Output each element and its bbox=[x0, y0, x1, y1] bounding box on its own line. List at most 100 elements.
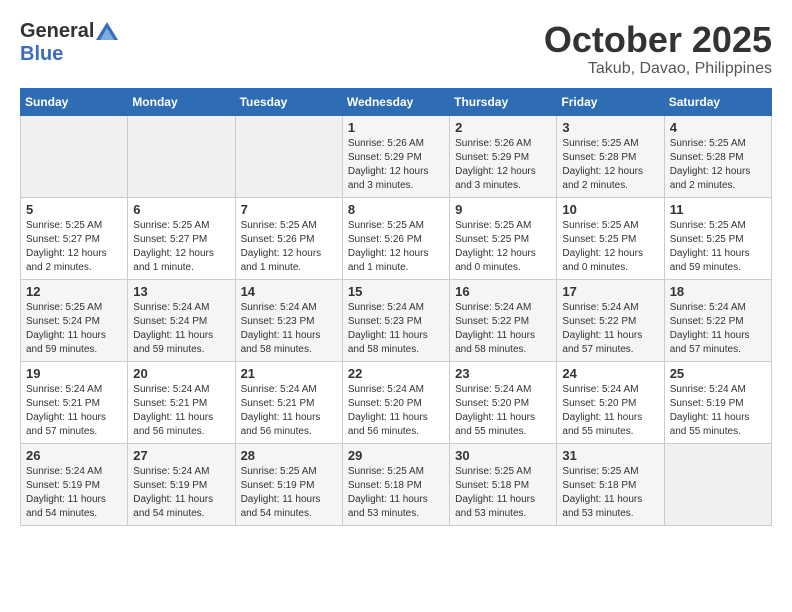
day-number: 24 bbox=[562, 366, 658, 381]
calendar-week-row: 19 Sunrise: 5:24 AM Sunset: 5:21 PM Dayli… bbox=[21, 361, 772, 443]
logo-blue-text: Blue bbox=[20, 43, 63, 66]
day-info: Sunrise: 5:25 AM Sunset: 5:18 PM Dayligh… bbox=[455, 465, 551, 521]
logo-general-text: General bbox=[20, 20, 94, 43]
day-number: 8 bbox=[348, 202, 444, 217]
day-info: Sunrise: 5:24 AM Sunset: 5:24 PM Dayligh… bbox=[133, 301, 229, 357]
day-of-week-header: Thursday bbox=[450, 88, 557, 115]
calendar-day-cell bbox=[235, 115, 342, 197]
day-info: Sunrise: 5:25 AM Sunset: 5:25 PM Dayligh… bbox=[670, 219, 766, 275]
day-info: Sunrise: 5:24 AM Sunset: 5:21 PM Dayligh… bbox=[26, 383, 122, 439]
calendar-day-cell: 8 Sunrise: 5:25 AM Sunset: 5:26 PM Daylig… bbox=[342, 197, 449, 279]
calendar-day-cell: 10 Sunrise: 5:25 AM Sunset: 5:25 PM Dayli… bbox=[557, 197, 664, 279]
day-info: Sunrise: 5:25 AM Sunset: 5:25 PM Dayligh… bbox=[455, 219, 551, 275]
day-of-week-header: Tuesday bbox=[235, 88, 342, 115]
month-title: October 2025 bbox=[544, 20, 772, 60]
calendar-day-cell: 31 Sunrise: 5:25 AM Sunset: 5:18 PM Dayli… bbox=[557, 443, 664, 525]
day-number: 23 bbox=[455, 366, 551, 381]
calendar-week-row: 12Sunrise: 5:25 AM Sunset: 5:24 PM Dayli… bbox=[21, 279, 772, 361]
calendar-day-cell: 29 Sunrise: 5:25 AM Sunset: 5:18 PM Dayli… bbox=[342, 443, 449, 525]
day-info: Sunrise: 5:25 AM Sunset: 5:18 PM Dayligh… bbox=[562, 465, 658, 521]
day-number: 4 bbox=[670, 120, 766, 135]
day-info: Sunrise: 5:25 AM Sunset: 5:24 PM Dayligh… bbox=[26, 301, 122, 357]
calendar-week-row: 5 Sunrise: 5:25 AM Sunset: 5:27 PM Daylig… bbox=[21, 197, 772, 279]
day-number: 5 bbox=[26, 202, 122, 217]
day-info: Sunrise: 5:24 AM Sunset: 5:22 PM Dayligh… bbox=[670, 301, 766, 357]
day-number: 25 bbox=[670, 366, 766, 381]
calendar-day-cell: 12Sunrise: 5:25 AM Sunset: 5:24 PM Dayli… bbox=[21, 279, 128, 361]
day-info: Sunrise: 5:24 AM Sunset: 5:21 PM Dayligh… bbox=[133, 383, 229, 439]
day-info: Sunrise: 5:24 AM Sunset: 5:22 PM Dayligh… bbox=[562, 301, 658, 357]
location-title: Takub, Davao, Philippines bbox=[544, 60, 772, 78]
day-info: Sunrise: 5:25 AM Sunset: 5:27 PM Dayligh… bbox=[133, 219, 229, 275]
day-number: 27 bbox=[133, 448, 229, 463]
day-number: 14 bbox=[241, 284, 337, 299]
day-number: 22 bbox=[348, 366, 444, 381]
day-number: 15 bbox=[348, 284, 444, 299]
day-info: Sunrise: 5:24 AM Sunset: 5:23 PM Dayligh… bbox=[348, 301, 444, 357]
logo-icon bbox=[96, 22, 120, 42]
day-info: Sunrise: 5:24 AM Sunset: 5:20 PM Dayligh… bbox=[562, 383, 658, 439]
calendar-week-row: 1 Sunrise: 5:26 AM Sunset: 5:29 PM Daylig… bbox=[21, 115, 772, 197]
day-number: 2 bbox=[455, 120, 551, 135]
day-number: 7 bbox=[241, 202, 337, 217]
calendar-day-cell: 11 Sunrise: 5:25 AM Sunset: 5:25 PM Dayli… bbox=[664, 197, 771, 279]
day-number: 29 bbox=[348, 448, 444, 463]
day-info: Sunrise: 5:25 AM Sunset: 5:18 PM Dayligh… bbox=[348, 465, 444, 521]
day-number: 13 bbox=[133, 284, 229, 299]
day-of-week-header: Friday bbox=[557, 88, 664, 115]
day-info: Sunrise: 5:24 AM Sunset: 5:22 PM Dayligh… bbox=[455, 301, 551, 357]
calendar-day-cell: 5 Sunrise: 5:25 AM Sunset: 5:27 PM Daylig… bbox=[21, 197, 128, 279]
day-number: 18 bbox=[670, 284, 766, 299]
calendar-header-row: SundayMondayTuesdayWednesdayThursdayFrid… bbox=[21, 88, 772, 115]
day-info: Sunrise: 5:25 AM Sunset: 5:27 PM Dayligh… bbox=[26, 219, 122, 275]
day-number: 6 bbox=[133, 202, 229, 217]
calendar-day-cell: 7Sunrise: 5:25 AM Sunset: 5:26 PM Daylig… bbox=[235, 197, 342, 279]
calendar-day-cell: 28 Sunrise: 5:25 AM Sunset: 5:19 PM Dayli… bbox=[235, 443, 342, 525]
day-number: 31 bbox=[562, 448, 658, 463]
header: General Blue October 2025 Takub, Davao, … bbox=[20, 20, 772, 78]
day-info: Sunrise: 5:24 AM Sunset: 5:19 PM Dayligh… bbox=[670, 383, 766, 439]
calendar-day-cell: 24 Sunrise: 5:24 AM Sunset: 5:20 PM Dayli… bbox=[557, 361, 664, 443]
day-info: Sunrise: 5:25 AM Sunset: 5:25 PM Dayligh… bbox=[562, 219, 658, 275]
calendar-day-cell: 4Sunrise: 5:25 AM Sunset: 5:28 PM Daylig… bbox=[664, 115, 771, 197]
calendar-day-cell: 9 Sunrise: 5:25 AM Sunset: 5:25 PM Daylig… bbox=[450, 197, 557, 279]
day-number: 17 bbox=[562, 284, 658, 299]
calendar-day-cell: 1 Sunrise: 5:26 AM Sunset: 5:29 PM Daylig… bbox=[342, 115, 449, 197]
day-number: 1 bbox=[348, 120, 444, 135]
calendar-day-cell: 27 Sunrise: 5:24 AM Sunset: 5:19 PM Dayli… bbox=[128, 443, 235, 525]
day-number: 10 bbox=[562, 202, 658, 217]
day-info: Sunrise: 5:24 AM Sunset: 5:20 PM Dayligh… bbox=[348, 383, 444, 439]
day-info: Sunrise: 5:24 AM Sunset: 5:23 PM Dayligh… bbox=[241, 301, 337, 357]
day-number: 28 bbox=[241, 448, 337, 463]
calendar-week-row: 26Sunrise: 5:24 AM Sunset: 5:19 PM Dayli… bbox=[21, 443, 772, 525]
day-number: 9 bbox=[455, 202, 551, 217]
calendar-day-cell: 3Sunrise: 5:25 AM Sunset: 5:28 PM Daylig… bbox=[557, 115, 664, 197]
day-of-week-header: Monday bbox=[128, 88, 235, 115]
logo: General Blue bbox=[20, 20, 120, 66]
calendar-day-cell bbox=[128, 115, 235, 197]
calendar-day-cell: 21Sunrise: 5:24 AM Sunset: 5:21 PM Dayli… bbox=[235, 361, 342, 443]
day-of-week-header: Wednesday bbox=[342, 88, 449, 115]
day-info: Sunrise: 5:25 AM Sunset: 5:19 PM Dayligh… bbox=[241, 465, 337, 521]
day-number: 21 bbox=[241, 366, 337, 381]
calendar-day-cell bbox=[21, 115, 128, 197]
calendar-day-cell: 23Sunrise: 5:24 AM Sunset: 5:20 PM Dayli… bbox=[450, 361, 557, 443]
calendar-day-cell: 22 Sunrise: 5:24 AM Sunset: 5:20 PM Dayli… bbox=[342, 361, 449, 443]
calendar-day-cell: 6 Sunrise: 5:25 AM Sunset: 5:27 PM Daylig… bbox=[128, 197, 235, 279]
day-number: 19 bbox=[26, 366, 122, 381]
calendar-table: SundayMondayTuesdayWednesdayThursdayFrid… bbox=[20, 88, 772, 526]
day-number: 11 bbox=[670, 202, 766, 217]
calendar-day-cell: 19 Sunrise: 5:24 AM Sunset: 5:21 PM Dayli… bbox=[21, 361, 128, 443]
day-of-week-header: Saturday bbox=[664, 88, 771, 115]
day-info: Sunrise: 5:25 AM Sunset: 5:26 PM Dayligh… bbox=[348, 219, 444, 275]
day-info: Sunrise: 5:24 AM Sunset: 5:19 PM Dayligh… bbox=[26, 465, 122, 521]
calendar-day-cell: 14 Sunrise: 5:24 AM Sunset: 5:23 PM Dayli… bbox=[235, 279, 342, 361]
calendar-day-cell: 30 Sunrise: 5:25 AM Sunset: 5:18 PM Dayli… bbox=[450, 443, 557, 525]
day-of-week-header: Sunday bbox=[21, 88, 128, 115]
day-info: Sunrise: 5:26 AM Sunset: 5:29 PM Dayligh… bbox=[455, 137, 551, 193]
day-number: 30 bbox=[455, 448, 551, 463]
day-info: Sunrise: 5:26 AM Sunset: 5:29 PM Dayligh… bbox=[348, 137, 444, 193]
calendar-day-cell: 18 Sunrise: 5:24 AM Sunset: 5:22 PM Dayli… bbox=[664, 279, 771, 361]
calendar-day-cell bbox=[664, 443, 771, 525]
day-info: Sunrise: 5:24 AM Sunset: 5:19 PM Dayligh… bbox=[133, 465, 229, 521]
